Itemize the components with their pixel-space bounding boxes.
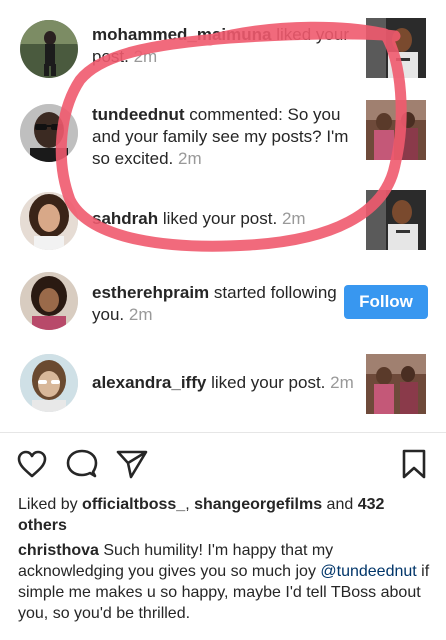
post-action-bar <box>0 446 446 486</box>
post-caption: christhova Such humility! I'm happy that… <box>18 542 430 622</box>
heart-icon[interactable] <box>16 448 48 480</box>
post-thumbnail[interactable] <box>366 100 426 160</box>
notification-username[interactable]: alexandra_iffy <box>92 373 206 392</box>
notification-time: 2m <box>281 209 306 228</box>
follow-button[interactable]: Follow <box>344 285 428 319</box>
avatar[interactable] <box>20 272 78 330</box>
bookmark-icon[interactable] <box>398 448 430 480</box>
avatar[interactable] <box>20 192 78 250</box>
notification-text: alexandra_iffy liked your post. 2m <box>92 373 354 392</box>
avatar[interactable] <box>20 354 78 412</box>
notification-item[interactable]: alexandra_iffy liked your post. 2m <box>0 354 446 418</box>
notification-username[interactable]: estherehpraim <box>92 283 209 302</box>
notification-item[interactable]: sahdrah liked your post. 2m <box>0 190 446 254</box>
likes-summary: Liked by officialtboss_, shangeorgefilms… <box>18 496 385 534</box>
notification-username[interactable]: sahdrah <box>92 209 158 228</box>
post-thumbnail[interactable] <box>366 18 426 78</box>
notification-username[interactable]: mohammed_maimuna <box>92 25 272 44</box>
notification-time: 2m <box>330 373 354 392</box>
notification-time: 2m <box>133 47 158 66</box>
notification-time: 2m <box>128 305 153 324</box>
send-icon[interactable] <box>116 448 148 480</box>
notification-item[interactable]: estherehpraim started following you. 2m … <box>0 272 446 336</box>
notification-text: tundeednut commented: So you and your fa… <box>92 105 349 168</box>
post-thumbnail[interactable] <box>366 354 426 414</box>
avatar[interactable] <box>20 20 78 78</box>
notification-text: sahdrah liked your post. 2m <box>92 209 306 228</box>
section-divider <box>0 432 446 433</box>
notification-item[interactable]: mohammed_maimuna liked your post. 2m <box>0 18 446 82</box>
liker-username[interactable]: officialtboss_ <box>82 496 185 513</box>
notification-text: estherehpraim started following you. 2m <box>92 283 337 324</box>
comment-icon[interactable] <box>66 448 98 480</box>
mention-link[interactable]: @tundeednut <box>320 563 416 580</box>
avatar[interactable] <box>20 104 78 162</box>
caption-username[interactable]: christhova <box>18 542 99 559</box>
notification-time: 2m <box>178 149 202 168</box>
notification-item[interactable]: tundeednut commented: So you and your fa… <box>0 98 446 178</box>
activity-feed: mohammed_maimuna liked your post. 2m tun… <box>0 0 446 430</box>
liker-username[interactable]: shangeorgefilms <box>194 496 322 513</box>
post-thumbnail[interactable] <box>366 190 426 250</box>
notification-username[interactable]: tundeednut <box>92 105 185 124</box>
notification-text: mohammed_maimuna liked your post. 2m <box>92 25 349 66</box>
